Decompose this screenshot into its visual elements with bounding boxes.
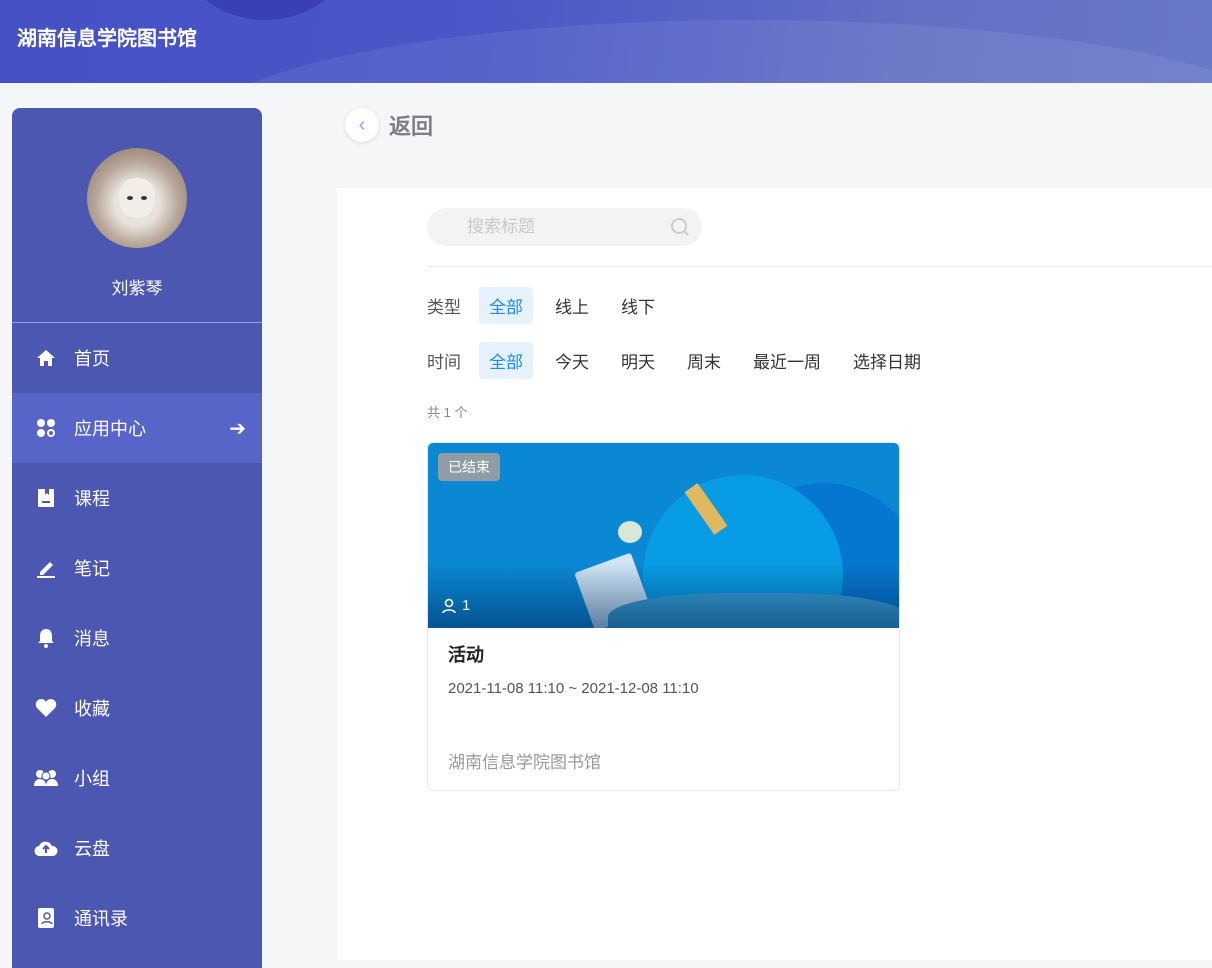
apps-icon — [34, 416, 58, 440]
sidebar-item-label: 首页 — [74, 349, 110, 369]
avatar[interactable] — [87, 148, 187, 248]
card-cover-image: 已结束 1 — [428, 443, 899, 628]
time-option-tomorrow[interactable]: 明天 — [611, 342, 665, 379]
divider — [427, 266, 1212, 267]
sidebar-item-contacts[interactable]: 通讯录 — [12, 883, 262, 953]
time-option-pick-date[interactable]: 选择日期 — [843, 342, 931, 379]
user-name: 刘紫琴 — [111, 279, 163, 298]
search-input[interactable] — [467, 217, 657, 237]
filter-label: 时间 — [427, 353, 461, 372]
sidebar-item-groups[interactable]: 小组 — [12, 743, 262, 813]
contacts-icon — [34, 906, 58, 930]
time-option-all[interactable]: 全部 — [479, 342, 533, 379]
time-filter: 时间 全部 今天 明天 周末 最近一周 选择日期 — [427, 342, 943, 379]
sidebar-item-app-center[interactable]: 应用中心 ➔ — [12, 393, 262, 463]
sidebar-item-label: 笔记 — [74, 559, 110, 579]
type-filter: 类型 全部 线上 线下 — [427, 287, 677, 324]
bell-icon — [34, 626, 58, 650]
activity-card[interactable]: 已结束 1 活动 2021-11-08 11:10 ~ 2021-12-08 1… — [427, 442, 900, 791]
sidebar-menu: 首页 应用中心 ➔ 课程 笔记 消息 收藏 小组 云盘 通讯录 — [12, 323, 262, 953]
search-icon[interactable] — [670, 217, 690, 242]
cloud-upload-icon — [34, 836, 58, 860]
result-count: 共 1 个 — [427, 405, 468, 420]
participants: 1 — [442, 597, 470, 614]
card-date-range: 2021-11-08 11:10 ~ 2021-12-08 11:10 — [448, 680, 699, 697]
site-title: 湖南信息学院图书馆 — [17, 28, 197, 50]
book-icon — [34, 486, 58, 510]
type-option-all[interactable]: 全部 — [479, 287, 533, 324]
sidebar-item-label: 收藏 — [74, 699, 110, 719]
chevron-left-icon: ‹ — [345, 108, 379, 142]
header-decoration — [200, 20, 1212, 83]
pen-icon — [34, 556, 58, 580]
sidebar-item-label: 小组 — [74, 769, 110, 789]
participant-count: 1 — [462, 597, 471, 614]
sidebar-item-label: 应用中心 — [74, 419, 146, 439]
card-title: 活动 — [448, 645, 484, 665]
sidebar-item-label: 云盘 — [74, 839, 110, 859]
sidebar-item-notes[interactable]: 笔记 — [12, 533, 262, 603]
home-icon — [34, 346, 58, 370]
group-icon — [34, 766, 58, 790]
time-option-weekend[interactable]: 周末 — [677, 342, 731, 379]
header-decoration — [180, 0, 350, 20]
type-option-offline[interactable]: 线下 — [611, 287, 665, 324]
type-option-online[interactable]: 线上 — [545, 287, 599, 324]
user-icon — [442, 598, 456, 613]
sidebar-item-label: 消息 — [74, 629, 110, 649]
card-organizer: 湖南信息学院图书馆 — [448, 753, 601, 772]
heart-icon — [34, 696, 58, 720]
top-header: 湖南信息学院图书馆 — [0, 0, 1212, 83]
sidebar-item-messages[interactable]: 消息 — [12, 603, 262, 673]
search-box — [427, 208, 702, 246]
arrow-right-icon: ➔ — [229, 417, 246, 440]
sidebar-item-home[interactable]: 首页 — [12, 323, 262, 393]
time-option-week[interactable]: 最近一周 — [743, 342, 831, 379]
sidebar-item-label: 课程 — [74, 489, 110, 509]
back-button[interactable]: ‹ 返回 — [345, 108, 433, 142]
filter-label: 类型 — [427, 298, 461, 317]
back-label: 返回 — [389, 114, 434, 139]
status-badge: 已结束 — [438, 453, 500, 481]
sidebar-item-cloud[interactable]: 云盘 — [12, 813, 262, 883]
sidebar-item-favorites[interactable]: 收藏 — [12, 673, 262, 743]
content-panel: 类型 全部 线上 线下 时间 全部 今天 明天 周末 最近一周 选择日期 共 1… — [337, 188, 1212, 960]
sidebar-item-label: 通讯录 — [74, 909, 128, 929]
sidebar-item-courses[interactable]: 课程 — [12, 463, 262, 533]
time-option-today[interactable]: 今天 — [545, 342, 599, 379]
sidebar: 刘紫琴 首页 应用中心 ➔ 课程 笔记 消息 收藏 小组 云盘 通讯录 — [12, 108, 262, 968]
